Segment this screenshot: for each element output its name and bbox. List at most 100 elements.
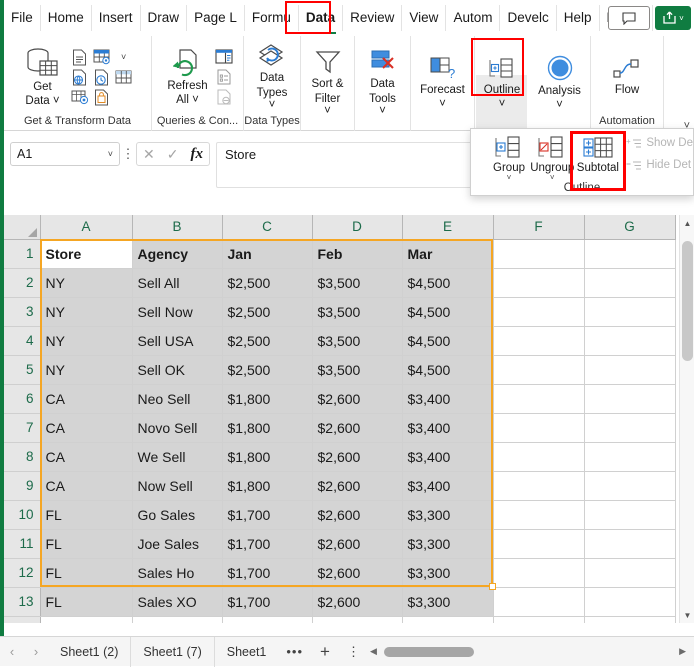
cell-b13[interactable]: Sales XO [132,587,223,617]
from-text-csv-button[interactable] [69,47,91,67]
cell-d3[interactable]: $3,500 [312,297,403,327]
outline-button[interactable]: Outline ˅ [479,54,525,113]
row-header-10[interactable]: 10 [4,500,41,530]
ribbon-tab-file[interactable]: File [4,5,41,31]
outline-chevron-icon[interactable]: ˅ [499,98,506,111]
cell-c13[interactable]: $1,700 [222,587,313,617]
comments-button[interactable] [608,6,650,30]
cell-f2[interactable] [493,268,585,298]
share-button[interactable]: ˅ [655,6,691,30]
row-header-2[interactable]: 2 [4,268,41,298]
formula-bar-kebab[interactable]: ⋮ [120,142,136,166]
cell-g2[interactable] [584,268,676,298]
cell-c3[interactable]: $2,500 [222,297,313,327]
cell-d7[interactable]: $2,600 [312,413,403,443]
cell-f7[interactable] [493,413,585,443]
cell-e8[interactable]: $3,400 [402,442,494,472]
cell-c11[interactable]: $1,700 [222,529,313,559]
cell-d9[interactable]: $2,600 [312,471,403,501]
cell-g3[interactable] [584,297,676,327]
row-header-5[interactable]: 5 [4,355,41,385]
ribbon-tab-developer[interactable]: Develc [500,5,557,31]
cell-c5[interactable]: $2,500 [222,355,313,385]
row-header-8[interactable]: 8 [4,442,41,472]
flow-button[interactable]: Flow [605,56,649,99]
cell-d6[interactable]: $2,600 [312,384,403,414]
ribbon-tab-insert[interactable]: Insert [92,5,141,31]
cell-f6[interactable] [493,384,585,414]
insert-function-icon[interactable]: fx [190,146,203,163]
add-sheet-button[interactable]: + [311,642,339,662]
existing-connections-button[interactable] [91,87,113,107]
edit-links-button[interactable] [215,87,233,107]
cell-c12[interactable]: $1,700 [222,558,313,588]
cell-e7[interactable]: $3,400 [402,413,494,443]
cell-d12[interactable]: $2,600 [312,558,403,588]
selection-fill-handle[interactable] [489,583,496,590]
cell-e6[interactable]: $3,400 [402,384,494,414]
cell-d13[interactable]: $2,600 [312,587,403,617]
show-detail-button[interactable]: + Show De [626,137,693,149]
cell-e9[interactable]: $3,400 [402,471,494,501]
cell-f3[interactable] [493,297,585,327]
cell-c10[interactable]: $1,700 [222,500,313,530]
row-header-13[interactable]: 13 [4,587,41,617]
get-data-more-chevron[interactable]: ˅ [113,47,135,67]
properties-button[interactable] [215,67,233,87]
cell-a5[interactable]: NY [40,355,133,385]
ribbon-tab-review[interactable]: Review [343,5,403,31]
cell-e2[interactable]: $4,500 [402,268,494,298]
cell-c7[interactable]: $1,800 [222,413,313,443]
sheet-tab-sheet1[interactable]: Sheet1 [215,637,279,667]
cell-f8[interactable] [493,442,585,472]
cell-a6[interactable]: CA [40,384,133,414]
cell-g12[interactable] [584,558,676,588]
row-header-4[interactable]: 4 [4,326,41,356]
cell-b4[interactable]: Sell USA [132,326,223,356]
cell-g1[interactable] [584,239,676,269]
hscroll-left-icon[interactable]: ◀ [370,646,377,657]
column-header-b[interactable]: B [132,215,223,240]
name-box-chevron-icon[interactable]: ˅ [108,149,113,159]
ribbon-tab-data[interactable]: Data [299,5,344,34]
cell-a11[interactable]: FL [40,529,133,559]
cell-f10[interactable] [493,500,585,530]
cell-b3[interactable]: Sell Now [132,297,223,327]
enter-icon[interactable]: ✓ [167,146,179,163]
cell-g7[interactable] [584,413,676,443]
sheet-tab-kebab[interactable]: ⋮ [339,644,368,660]
refresh-all-button[interactable]: Refresh All ˅ [162,46,212,109]
cell-b9[interactable]: Now Sell [132,471,223,501]
row-header-6[interactable]: 6 [4,384,41,414]
cell-d2[interactable]: $3,500 [312,268,403,298]
cell-e13[interactable]: $3,300 [402,587,494,617]
cell-a1[interactable]: Store [40,239,133,269]
row-header-14[interactable]: 14 [4,616,41,623]
cell-b8[interactable]: We Sell [132,442,223,472]
hscroll-right-icon[interactable]: ▶ [679,646,686,657]
cell-e1[interactable]: Mar [402,239,494,269]
cell-d11[interactable]: $2,600 [312,529,403,559]
sheet-tab-overflow-icon[interactable]: ••• [278,644,311,659]
column-header-c[interactable]: C [222,215,313,240]
cell-a13[interactable]: FL [40,587,133,617]
cell-e5[interactable]: $4,500 [402,355,494,385]
horizontal-scroll-thumb[interactable] [383,646,474,657]
cell-g13[interactable] [584,587,676,617]
cell-g10[interactable] [584,500,676,530]
cell-g4[interactable] [584,326,676,356]
cell-a4[interactable]: NY [40,326,133,356]
cell-f13[interactable] [493,587,585,617]
get-data-button[interactable]: Get Data ˅ [20,45,64,110]
cell-b6[interactable]: Neo Sell [132,384,223,414]
forecast-chevron-icon[interactable]: ˅ [439,98,446,111]
select-all-corner[interactable] [4,215,41,240]
from-web-button[interactable] [69,67,91,87]
ribbon-tab-view[interactable]: View [402,5,447,31]
cell-f4[interactable] [493,326,585,356]
name-box[interactable]: A1 ˅ [10,142,120,166]
vertical-scrollbar[interactable]: ▲ ▼ [679,215,694,623]
group-button[interactable]: Group ˅ [489,133,529,182]
cell-f5[interactable] [493,355,585,385]
cell-e14[interactable] [402,616,494,623]
